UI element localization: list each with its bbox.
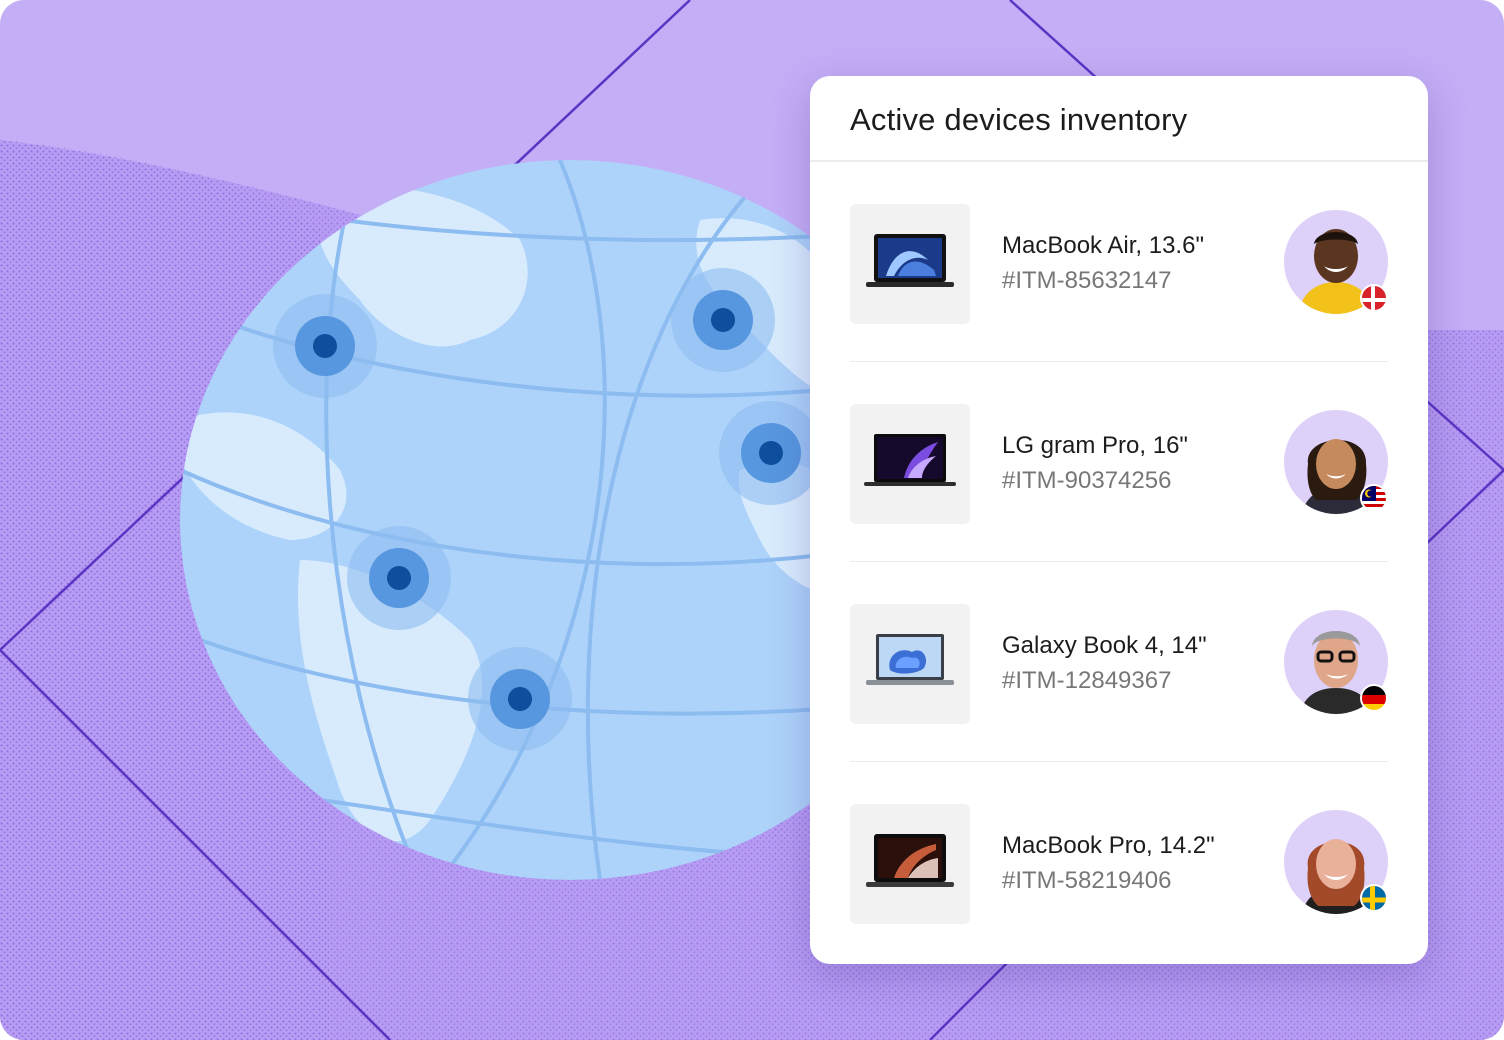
device-thumbnail xyxy=(850,404,970,524)
device-id: #ITM-58219406 xyxy=(1002,867,1172,894)
malaysia-flag-icon xyxy=(1360,484,1388,512)
device-name: LG gram Pro, 16" xyxy=(1002,432,1188,459)
hero-illustration: Active devices inventory MacBook Air, 13… xyxy=(0,0,1504,1040)
device-name: MacBook Pro, 14.2" xyxy=(1002,832,1215,859)
macbook-air-laptop-icon xyxy=(866,234,954,287)
device-id: #ITM-85632147 xyxy=(1002,267,1172,294)
sweden-flag-icon xyxy=(1360,884,1388,912)
device-row[interactable]: MacBook Pro, 14.2" #ITM-58219406 xyxy=(850,762,1388,962)
location-marker xyxy=(719,401,823,505)
lg-gram-laptop-icon xyxy=(864,434,956,486)
device-id: #ITM-90374256 xyxy=(1002,467,1172,494)
device-name: MacBook Air, 13.6" xyxy=(1002,232,1204,259)
card-header: Active devices inventory xyxy=(810,76,1428,162)
location-marker xyxy=(273,294,377,398)
denmark-flag-icon xyxy=(1360,284,1388,312)
device-row[interactable]: LG gram Pro, 16" #ITM-90374256 xyxy=(850,362,1388,562)
device-list: MacBook Air, 13.6" #ITM-85632147 LG gram… xyxy=(810,162,1428,962)
device-id: #ITM-12849367 xyxy=(1002,667,1172,694)
macbook-pro-laptop-icon xyxy=(866,834,954,887)
inventory-card: Active devices inventory MacBook Air, 13… xyxy=(810,76,1428,964)
card-title: Active devices inventory xyxy=(850,102,1188,137)
location-marker xyxy=(468,647,572,751)
device-thumbnail xyxy=(850,604,970,724)
location-marker xyxy=(347,526,451,630)
device-thumbnail xyxy=(850,804,970,924)
device-thumbnail xyxy=(850,204,970,324)
device-row[interactable]: MacBook Air, 13.6" #ITM-85632147 xyxy=(850,162,1388,362)
germany-flag-icon xyxy=(1360,684,1388,712)
device-name: Galaxy Book 4, 14" xyxy=(1002,632,1207,659)
galaxy-book-laptop-icon xyxy=(866,634,954,685)
device-row[interactable]: Galaxy Book 4, 14" #ITM-12849367 xyxy=(850,562,1388,762)
location-marker xyxy=(671,268,775,372)
